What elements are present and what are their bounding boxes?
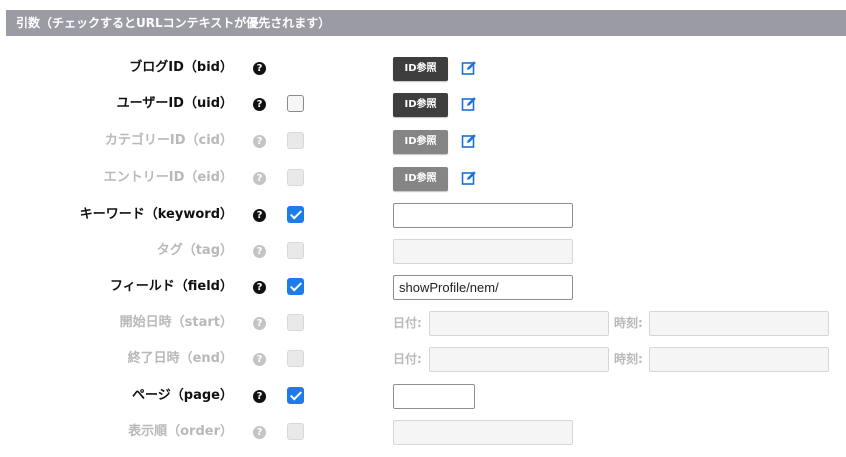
end-time-input[interactable] — [649, 347, 829, 372]
end-date-input[interactable] — [429, 347, 609, 372]
arg-row-keyword: キーワード（keyword） ? — [0, 197, 846, 233]
keyword-checkbox[interactable] — [287, 206, 304, 223]
arg-row-bid: ブログID（bid） ? ID参照 — [0, 50, 846, 86]
arg-label-keyword: キーワード（keyword） — [79, 207, 233, 222]
section-header: 引数（チェックするとURLコンテキストが優先されます） — [6, 10, 846, 36]
id-ref-button-eid[interactable]: ID参照 — [393, 167, 448, 191]
arg-row-order: 表示順（order） ? — [0, 414, 846, 450]
arg-label-bid: ブログID（bid） — [129, 60, 233, 75]
arg-label-eid: エントリーID（eid） — [103, 170, 233, 185]
id-ref-button-cid[interactable]: ID参照 — [393, 130, 448, 154]
arg-label-cid: カテゴリーID（cid） — [104, 133, 233, 148]
help-icon[interactable]: ? — [253, 209, 266, 222]
arg-row-start: 開始日時（start） ? 日付: 時刻: — [0, 305, 846, 341]
help-icon[interactable]: ? — [253, 62, 266, 75]
end-checkbox[interactable] — [287, 350, 304, 367]
order-input[interactable] — [393, 420, 573, 445]
arg-label-field: フィールド（field） — [110, 279, 233, 294]
arg-label-page: ページ（page） — [132, 388, 233, 403]
arg-label-uid: ユーザーID（uid） — [116, 96, 233, 111]
arg-row-uid: ユーザーID（uid） ? ID参照 — [0, 86, 846, 122]
help-icon[interactable]: ? — [253, 281, 266, 294]
cid-checkbox[interactable] — [287, 132, 304, 149]
edit-icon[interactable] — [461, 170, 477, 186]
page-input[interactable] — [393, 384, 475, 409]
keyword-input[interactable] — [393, 203, 573, 228]
field-checkbox[interactable] — [287, 278, 304, 295]
end-time-label: 時刻: — [614, 352, 643, 366]
arg-row-field: フィールド（field） ? showProfile/nem/ — [0, 269, 846, 305]
field-input[interactable]: showProfile/nem/ — [393, 275, 573, 300]
arg-row-tag: タグ（tag） ? — [0, 233, 846, 269]
start-time-label: 時刻: — [614, 316, 643, 330]
end-date-label: 日付: — [393, 352, 422, 366]
arg-label-order: 表示順（order） — [128, 424, 233, 439]
start-date-label: 日付: — [393, 316, 422, 330]
arg-label-tag: タグ（tag） — [156, 243, 233, 258]
arg-label-start: 開始日時（start） — [119, 315, 233, 330]
help-icon[interactable]: ? — [253, 245, 266, 258]
help-icon[interactable]: ? — [253, 135, 266, 148]
uid-checkbox[interactable] — [287, 95, 304, 112]
arg-row-end: 終了日時（end） ? 日付: 時刻: — [0, 341, 846, 377]
edit-icon[interactable] — [461, 60, 477, 76]
id-ref-button-uid[interactable]: ID参照 — [393, 93, 448, 117]
id-ref-button-bid[interactable]: ID参照 — [393, 57, 448, 81]
arg-row-cid: カテゴリーID（cid） ? ID参照 — [0, 123, 846, 159]
start-checkbox[interactable] — [287, 314, 304, 331]
help-icon[interactable]: ? — [253, 172, 266, 185]
section-title: 引数（チェックするとURLコンテキストが優先されます） — [16, 16, 331, 30]
eid-checkbox[interactable] — [287, 169, 304, 186]
help-icon[interactable]: ? — [253, 353, 266, 366]
edit-icon[interactable] — [461, 133, 477, 149]
tag-input[interactable] — [393, 239, 573, 264]
arg-row-eid: エントリーID（eid） ? ID参照 — [0, 160, 846, 196]
tag-checkbox[interactable] — [287, 242, 304, 259]
edit-icon[interactable] — [461, 96, 477, 112]
start-time-input[interactable] — [649, 311, 829, 336]
help-icon[interactable]: ? — [253, 426, 266, 439]
arg-label-end: 終了日時（end） — [127, 351, 233, 366]
page-checkbox[interactable] — [287, 387, 304, 404]
order-checkbox[interactable] — [287, 423, 304, 440]
help-icon[interactable]: ? — [253, 317, 266, 330]
help-icon[interactable]: ? — [253, 98, 266, 111]
help-icon[interactable]: ? — [253, 390, 266, 403]
arg-row-page: ページ（page） ? — [0, 378, 846, 414]
start-date-input[interactable] — [429, 311, 609, 336]
